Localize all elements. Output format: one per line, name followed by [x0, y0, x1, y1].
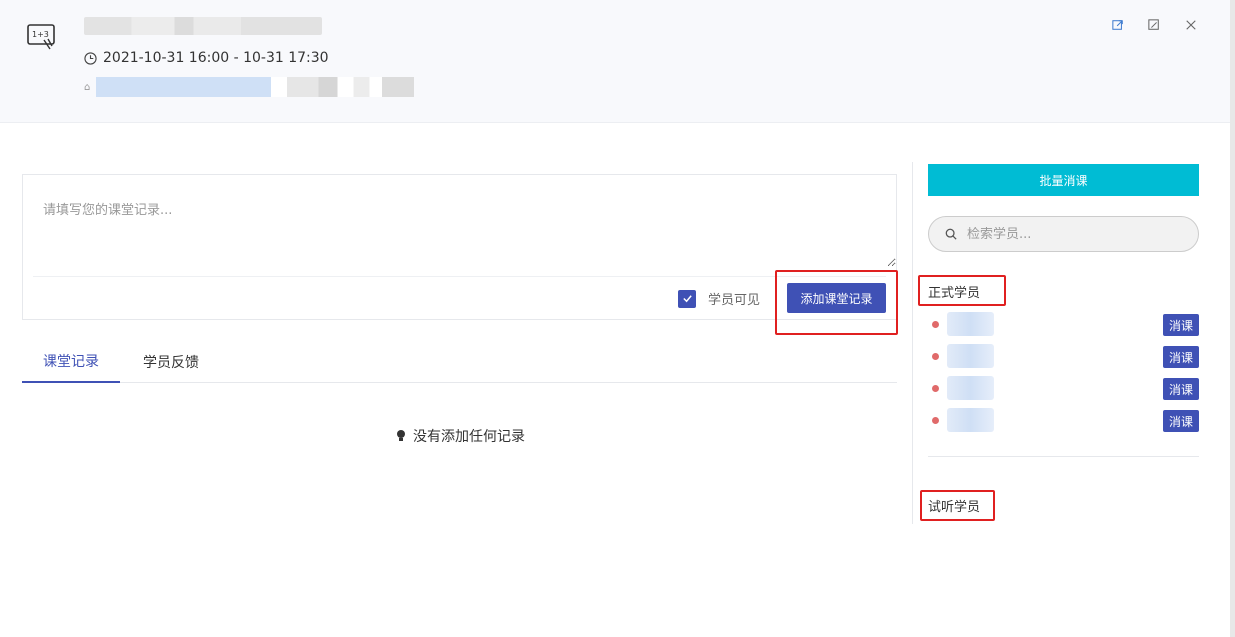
course-time: 2021-10-31 16:00 - 10-31 17:30 — [84, 50, 329, 66]
course-header: 1+3 2021-10-31 16:00 - 10-31 17:30 ⌂ — [0, 0, 1230, 123]
empty-state-text: 没有添加任何记录 — [413, 429, 525, 445]
cancel-class-button[interactable]: 消课 — [1163, 346, 1199, 368]
add-class-record-button[interactable]: 添加课堂记录 — [787, 283, 886, 313]
formal-students-title: 正式学员 — [928, 286, 981, 301]
cancel-class-button[interactable]: 消课 — [1163, 314, 1199, 336]
status-dot — [932, 417, 939, 424]
location-blurred — [96, 77, 415, 97]
status-dot — [932, 385, 939, 392]
math-board-icon: 1+3 — [27, 24, 55, 50]
svg-text:1+3: 1+3 — [32, 30, 49, 39]
student-name-blurred — [947, 312, 994, 336]
tab-student-feedback[interactable]: 学员反馈 — [132, 340, 210, 383]
empty-state: 没有添加任何记录 — [395, 426, 525, 446]
edit-icon[interactable] — [1146, 17, 1162, 33]
close-icon[interactable] — [1183, 17, 1199, 33]
student-visible-checkbox[interactable] — [678, 289, 696, 308]
tab-class-record[interactable]: 课堂记录 — [22, 340, 120, 383]
cancel-class-button[interactable]: 消课 — [1163, 378, 1199, 400]
share-icon[interactable] — [1110, 17, 1126, 33]
class-record-input[interactable] — [33, 185, 896, 267]
course-time-text: 2021-10-31 16:00 - 10-31 17:30 — [103, 50, 329, 66]
student-visible-toggle[interactable]: 学员可见 — [678, 289, 760, 308]
scrollbar[interactable] — [1230, 0, 1235, 637]
cancel-class-button[interactable]: 消课 — [1163, 410, 1199, 432]
status-dot — [932, 353, 939, 360]
panel-divider — [912, 162, 913, 524]
student-search[interactable] — [928, 216, 1199, 252]
student-name-blurred — [947, 408, 994, 432]
student-row: 消课 — [928, 344, 1199, 368]
student-name-blurred — [947, 344, 994, 368]
student-row: 消课 — [928, 376, 1199, 400]
clock-icon — [84, 51, 97, 65]
trial-students-title: 试听学员 — [928, 500, 981, 515]
section-divider — [928, 456, 1199, 457]
editor-divider — [33, 276, 886, 277]
class-record-editor: 学员可见 添加课堂记录 — [22, 174, 897, 320]
student-search-input[interactable] — [967, 226, 1187, 242]
location-icon: ⌂ — [84, 81, 91, 93]
student-visible-label: 学员可见 — [708, 293, 761, 308]
lightbulb-icon — [397, 430, 405, 441]
course-title-blurred — [84, 17, 322, 35]
batch-cancel-class-button[interactable]: 批量消课 — [928, 164, 1199, 196]
course-location: ⌂ — [84, 77, 415, 97]
search-icon — [945, 228, 957, 240]
student-name-blurred — [947, 376, 994, 400]
student-row: 消课 — [928, 312, 1199, 336]
record-tabs: 课堂记录 学员反馈 — [22, 340, 897, 383]
check-icon — [682, 295, 692, 303]
status-dot — [932, 321, 939, 328]
student-row: 消课 — [928, 408, 1199, 432]
